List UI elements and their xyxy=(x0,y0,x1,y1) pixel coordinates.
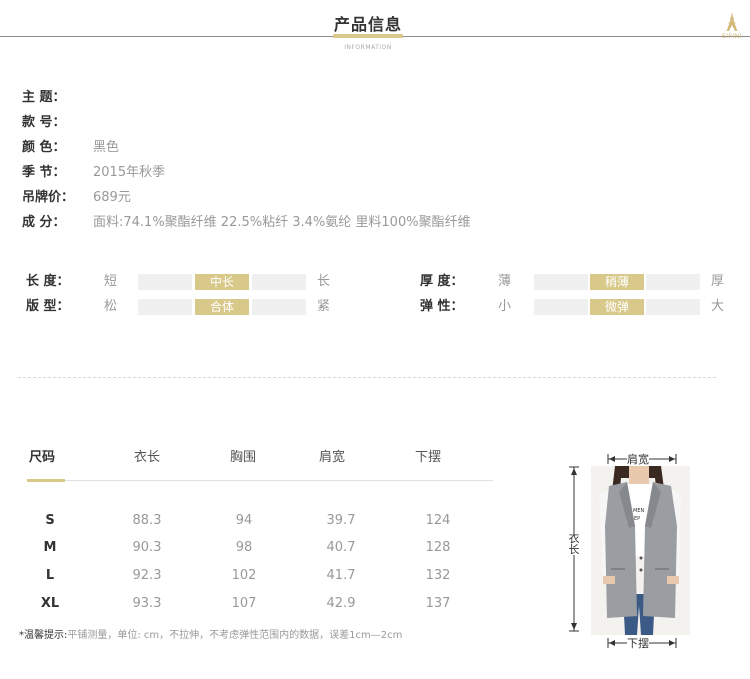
table-cell: 107 xyxy=(231,596,257,611)
table-cell-size: XL xyxy=(40,596,60,611)
table-cell: 93.3 xyxy=(132,596,162,611)
info-value: 689元 xyxy=(93,190,131,205)
table-cell: 39.7 xyxy=(326,513,356,528)
attribute-min-label: 薄 xyxy=(498,274,512,289)
attribute-thickness: 厚 度： 薄 稍薄 厚 xyxy=(420,273,730,291)
table-cell: 92.3 xyxy=(132,568,162,583)
attribute-fit: 版 型： 松 合体 紧 xyxy=(26,298,336,316)
table-cell: 98 xyxy=(235,540,253,555)
table-cell-size: S xyxy=(45,513,55,528)
table-cell: 42.9 xyxy=(326,596,356,611)
scale-segment-selected: 微弹 xyxy=(590,299,644,315)
attribute-min-label: 小 xyxy=(498,299,512,314)
vest-illustration: MEN EP xyxy=(599,466,681,635)
table-cell-size: M xyxy=(43,540,57,555)
section-subtitle: INFORMATION xyxy=(344,44,392,51)
info-label: 颜 色： xyxy=(22,140,66,155)
table-header-bust: 胸围 xyxy=(230,450,257,465)
table-header-length: 衣长 xyxy=(134,450,161,465)
table-cell: 102 xyxy=(231,568,257,583)
shoulder-width-label: 肩宽 xyxy=(627,453,649,466)
table-cell: 40.7 xyxy=(326,540,356,555)
table-header-hem: 下摆 xyxy=(415,450,442,465)
table-cell-size: L xyxy=(45,568,55,583)
table-cell: 132 xyxy=(425,568,451,583)
attribute-label: 长 度： xyxy=(26,274,70,289)
measurement-note: *温馨提示:平铺测量，单位: cm，不拉伸，不考虑弹性范围内的数据，误差1cm—… xyxy=(19,626,402,641)
info-value: 面料:74.1%聚酯纤维 22.5%粘纤 3.4%氨纶 里料100%聚酯纤维 xyxy=(93,215,471,230)
scale-segment-selected: 中长 xyxy=(195,274,249,290)
attribute-label: 弹 性： xyxy=(420,299,464,314)
table-cell: 41.7 xyxy=(326,568,356,583)
note-label: 温馨提示: xyxy=(24,630,68,641)
info-label: 主 题： xyxy=(22,90,66,105)
dashed-divider xyxy=(18,377,716,378)
scale-segment xyxy=(252,299,306,315)
table-header-shoulder: 肩宽 xyxy=(319,450,346,465)
svg-text:MEN: MEN xyxy=(633,508,644,514)
table-header-divider xyxy=(27,480,493,481)
scale-segment xyxy=(646,299,700,315)
info-label: 吊牌价： xyxy=(22,190,75,205)
table-header-accent xyxy=(27,479,65,482)
table-cell: 137 xyxy=(425,596,451,611)
attribute-elasticity: 弹 性： 小 微弹 大 xyxy=(420,298,730,316)
scale-segment-selected: 稍薄 xyxy=(590,274,644,290)
scale-segment xyxy=(252,274,306,290)
attribute-max-label: 厚 xyxy=(711,274,725,289)
garment-length-label: 衣长 xyxy=(568,532,580,556)
attribute-max-label: 长 xyxy=(317,274,331,289)
info-label: 款 号： xyxy=(22,115,66,130)
info-label: 成 分： xyxy=(22,215,66,230)
brand-name: EIFINI xyxy=(721,33,743,40)
table-cell: 90.3 xyxy=(132,540,162,555)
info-label: 季 节： xyxy=(22,165,66,180)
note-text: 平铺测量，单位: cm，不拉伸，不考虑弹性范围内的数据，误差1cm—2cm xyxy=(67,630,403,641)
attribute-label: 厚 度： xyxy=(420,274,464,289)
scale-segment xyxy=(138,299,192,315)
attribute-label: 版 型： xyxy=(26,299,70,314)
attribute-length: 长 度： 短 中长 长 xyxy=(26,273,336,291)
table-cell: 128 xyxy=(425,540,451,555)
scale-segment xyxy=(534,299,588,315)
info-value: 黑色 xyxy=(93,140,120,155)
attribute-min-label: 松 xyxy=(104,299,118,314)
attribute-min-label: 短 xyxy=(104,274,118,289)
section-title: 产品信息 xyxy=(333,15,402,34)
scale-segment-selected: 合体 xyxy=(195,299,249,315)
hem-width-label: 下摆 xyxy=(627,637,649,650)
table-header-size: 尺码 xyxy=(29,450,56,465)
brand-logo: EIFINI xyxy=(716,12,748,40)
svg-text:EP: EP xyxy=(634,516,640,522)
eiffel-tower-icon xyxy=(726,12,738,31)
table-cell: 88.3 xyxy=(132,513,162,528)
attribute-max-label: 大 xyxy=(711,299,725,314)
table-cell: 124 xyxy=(425,513,451,528)
info-value: 2015年秋季 xyxy=(93,165,166,180)
scale-segment xyxy=(646,274,700,290)
scale-segment xyxy=(138,274,192,290)
model-photo: MEN EP xyxy=(591,466,690,635)
scale-segment xyxy=(534,274,588,290)
title-accent-bar xyxy=(333,34,403,38)
attribute-max-label: 紧 xyxy=(317,299,331,314)
table-cell: 94 xyxy=(235,513,253,528)
